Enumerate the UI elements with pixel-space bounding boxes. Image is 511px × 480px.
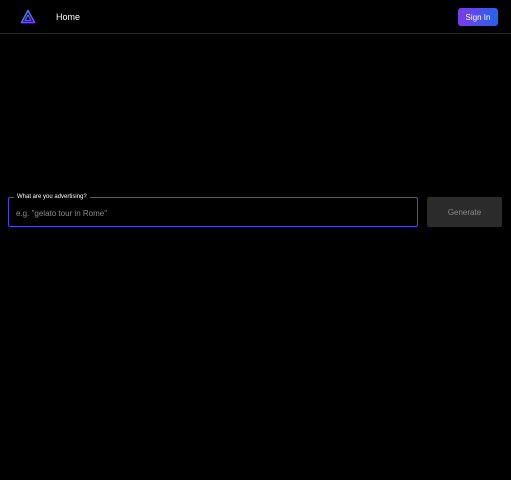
advertising-prompt-input[interactable] [9, 198, 417, 226]
nav-link-home[interactable]: Home [56, 11, 80, 23]
sign-in-button[interactable]: Sign In [458, 8, 498, 26]
advertising-prompt-field: What are you advertising? [8, 192, 418, 227]
advertising-prompt-label: What are you advertising? [14, 192, 90, 202]
triangle-logo-icon[interactable] [20, 9, 36, 24]
generate-button[interactable]: Generate [427, 197, 502, 227]
top-navbar: Home Sign In [0, 0, 511, 34]
